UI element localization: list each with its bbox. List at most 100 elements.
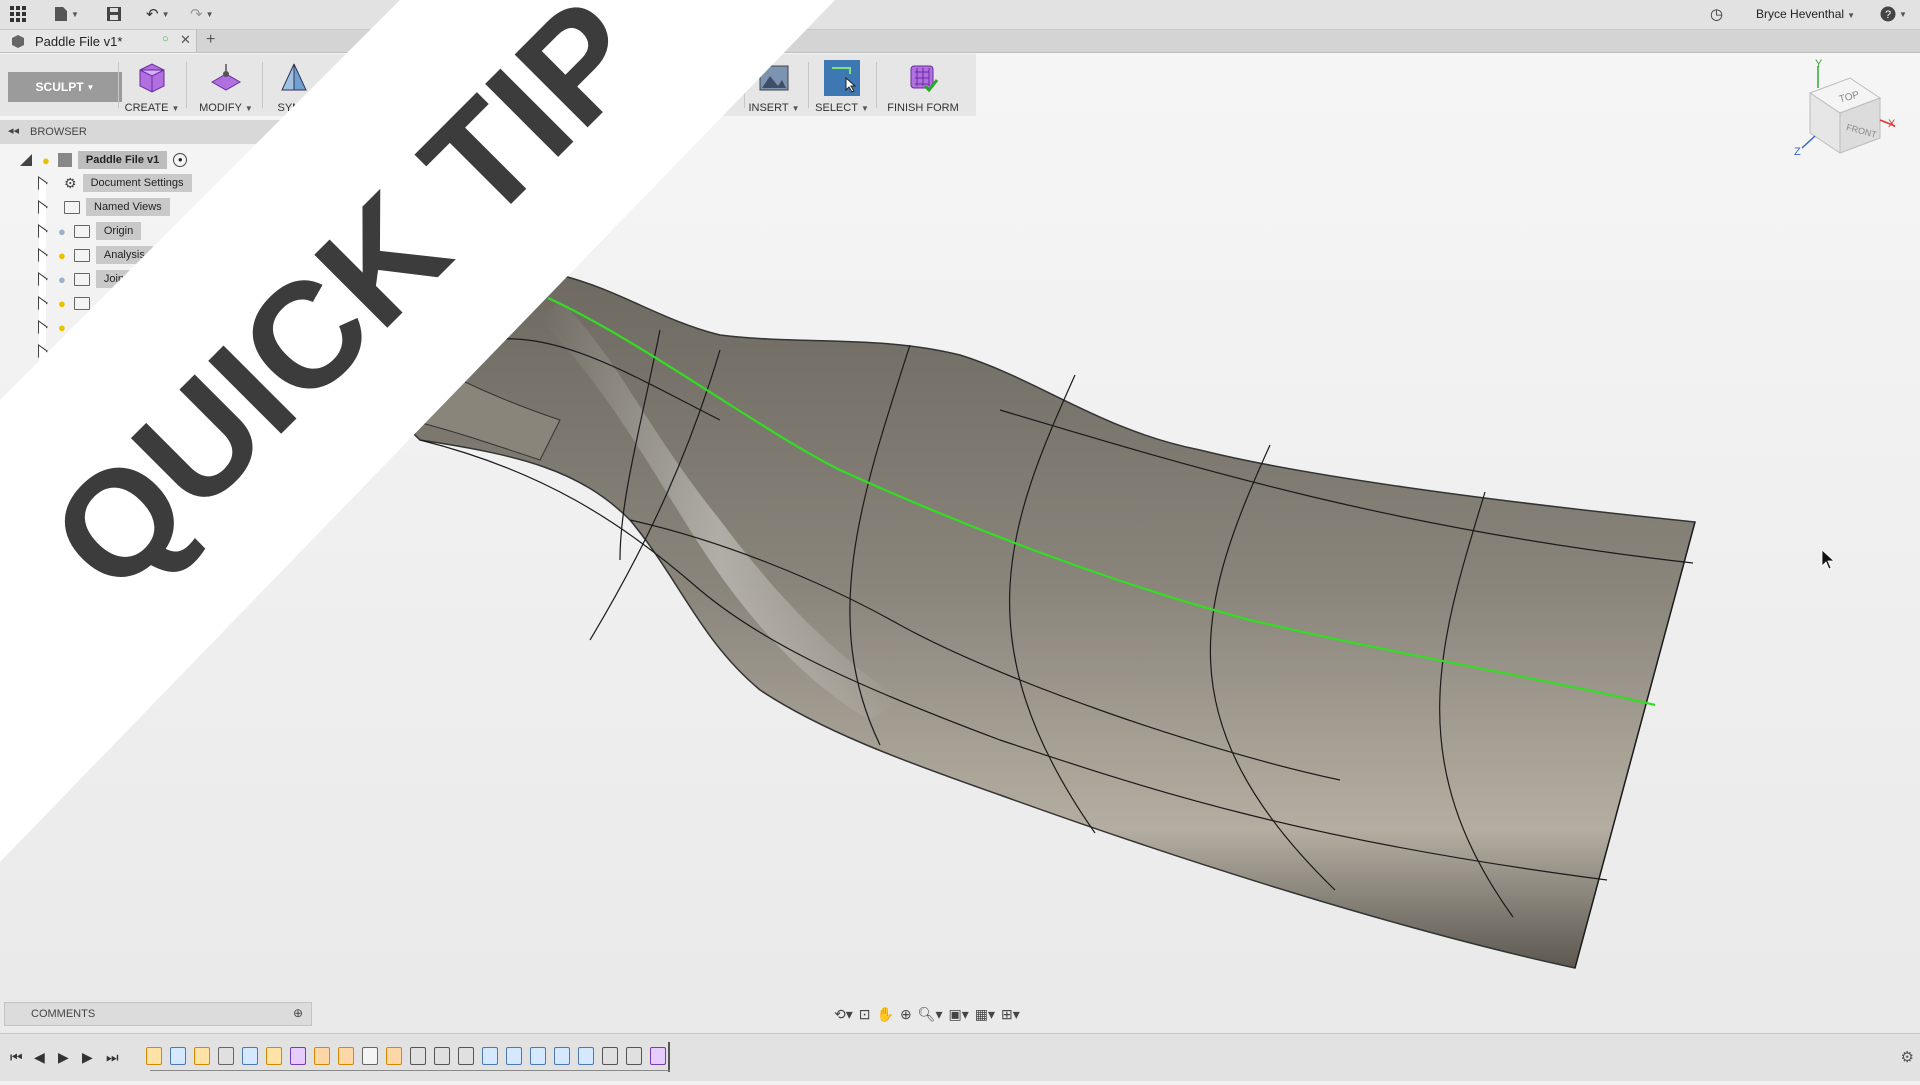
collapse-triangle-icon[interactable] — [20, 154, 32, 166]
timeline-feature-form[interactable] — [242, 1047, 258, 1065]
expand-triangle-icon[interactable] — [38, 272, 48, 301]
grid-settings-icon[interactable]: ▦▾ — [975, 1006, 995, 1023]
visibility-bulb-icon[interactable]: ● — [58, 224, 66, 239]
job-status-icon[interactable]: ◷ — [1710, 4, 1723, 24]
save-icon[interactable] — [106, 4, 122, 24]
timeline-feature-form[interactable] — [506, 1047, 522, 1065]
apps-grid-icon[interactable] — [10, 4, 26, 24]
redo-icon[interactable]: ↷ ▼ — [190, 4, 214, 24]
visibility-bulb-icon[interactable]: ● — [58, 296, 66, 311]
document-tab-bar: Paddle File v1* ○ ✕ + — [0, 30, 1920, 53]
finish-form-icon — [910, 65, 939, 93]
symmetry-menu[interactable]: SYMM — [270, 54, 318, 116]
add-comment-icon[interactable]: ⊕ — [293, 1006, 303, 1020]
tree-item-hidden-3[interactable] — [38, 341, 48, 373]
view-cube[interactable]: TOP FRONT Y X Z — [1780, 58, 1900, 168]
step-back-icon[interactable]: ◀ — [34, 1049, 45, 1066]
timeline-feature-sketch[interactable] — [578, 1047, 594, 1065]
finish-form-button[interactable]: FINISH FORM — [880, 54, 966, 116]
timeline-feature-edit[interactable] — [386, 1047, 402, 1065]
axis-z-label: Z — [1794, 146, 1801, 158]
timeline-feature-sketch[interactable] — [194, 1047, 210, 1065]
timeline-feature-form[interactable] — [218, 1047, 234, 1065]
timeline-feature-form[interactable] — [650, 1047, 666, 1065]
undo-icon[interactable]: ↶ ▼ — [146, 4, 170, 24]
insert-label: INSERT — [748, 102, 789, 114]
expand-triangle-icon[interactable] — [38, 224, 48, 253]
timeline-feature-form[interactable] — [602, 1047, 618, 1065]
activate-radio-icon[interactable]: ● — [173, 153, 188, 167]
timeline-feature-form[interactable] — [482, 1047, 498, 1065]
go-to-end-icon[interactable]: ⏭ — [106, 1049, 119, 1066]
insert-menu[interactable]: INSERT ▼ — [746, 54, 802, 116]
expand-triangle-icon[interactable] — [38, 320, 48, 349]
timeline-marker[interactable] — [668, 1042, 670, 1072]
tree-item-analysis[interactable]: ● Analysis — [38, 245, 153, 277]
tree-item-hidden-1[interactable]: ● — [38, 293, 90, 325]
comments-panel[interactable]: COMMENTS ⊕ — [4, 1002, 312, 1026]
go-to-start-icon[interactable]: ⏮ — [10, 1049, 23, 1066]
file-menu-icon[interactable]: ▼ — [54, 4, 79, 24]
fit-icon[interactable]: 🔍︎▾ — [918, 1006, 943, 1023]
timeline-feature-edit[interactable] — [338, 1047, 354, 1065]
timeline-feature-form[interactable] — [290, 1047, 306, 1065]
timeline-feature-sketch[interactable] — [170, 1047, 186, 1065]
timeline-feature-sketch[interactable] — [554, 1047, 570, 1065]
timeline-feature-joint[interactable] — [410, 1047, 426, 1065]
tree-root[interactable]: ● Paddle File v1 ● — [20, 150, 188, 170]
tree-item-origin[interactable]: ● Origin — [38, 221, 142, 253]
expand-triangle-icon[interactable] — [38, 176, 48, 205]
tree-item-hidden-2[interactable]: ● — [38, 317, 66, 349]
expand-triangle-icon[interactable] — [38, 296, 48, 325]
axis-x-label: X — [1888, 118, 1896, 130]
expand-triangle-icon[interactable] — [38, 344, 48, 373]
play-icon[interactable]: ▶ — [58, 1049, 69, 1066]
box-icon — [139, 63, 165, 93]
timeline-feature-joint[interactable] — [434, 1047, 450, 1065]
timeline-feature-form[interactable] — [626, 1047, 642, 1065]
pan-icon[interactable]: ✋ — [877, 1006, 894, 1023]
select-icon — [824, 60, 860, 96]
new-tab-icon[interactable]: + — [206, 31, 215, 49]
folder-icon — [73, 296, 90, 310]
orbit-icon[interactable]: ⟲▾ — [834, 1006, 853, 1023]
paddle-model[interactable] — [0, 0, 1920, 1080]
visibility-bulb-icon[interactable]: ● — [58, 320, 66, 335]
display-settings-icon[interactable]: ▣▾ — [948, 1006, 968, 1023]
expand-triangle-icon[interactable] — [38, 200, 48, 229]
document-tab[interactable]: Paddle File v1* ○ ✕ — [0, 30, 197, 52]
folder-icon — [73, 224, 90, 238]
select-menu[interactable]: SELECT ▼ — [812, 54, 872, 116]
tree-item-joints[interactable]: ● Join — [38, 269, 133, 301]
timeline-feature-sketch[interactable] — [266, 1047, 282, 1065]
visibility-bulb-icon[interactable]: ● — [58, 272, 66, 287]
tree-item-named-views[interactable]: Named Views — [38, 197, 170, 229]
canvas-viewport[interactable] — [0, 0, 1920, 1080]
workspace-switcher[interactable]: SCULPT ▼ — [8, 72, 122, 102]
timeline-feature-form[interactable] — [530, 1047, 546, 1065]
close-tab-icon[interactable]: ✕ — [180, 32, 191, 48]
viewports-icon[interactable]: ⊞▾ — [1001, 1006, 1020, 1023]
timeline-settings-icon[interactable]: ⚙ — [1901, 1048, 1914, 1066]
document-tab-title: Paddle File v1* — [35, 34, 123, 49]
help-icon[interactable]: ? ▼ — [1880, 4, 1907, 24]
timeline-feature-sketch[interactable] — [146, 1047, 162, 1065]
tree-item-document-settings[interactable]: ⚙ Document Settings — [38, 173, 192, 205]
visibility-bulb-icon[interactable]: ● — [58, 248, 66, 263]
sync-status-icon: ○ — [162, 33, 169, 45]
timeline-feature-form[interactable] — [362, 1047, 378, 1065]
folder-icon — [73, 272, 90, 286]
create-menu[interactable]: CREATE ▼ — [124, 54, 180, 116]
user-account-menu[interactable]: Bryce Heventhal ▼ — [1756, 7, 1855, 21]
toolbar-divider — [808, 62, 809, 108]
browser-header[interactable]: ◂◂ BROWSER — [0, 120, 330, 144]
look-at-icon[interactable]: ⊡ — [859, 1006, 871, 1023]
step-forward-icon[interactable]: ▶ — [82, 1049, 93, 1066]
timeline-feature-joint[interactable] — [458, 1047, 474, 1065]
collapse-panel-icon[interactable]: ◂◂ — [8, 124, 19, 137]
expand-triangle-icon[interactable] — [38, 248, 48, 277]
zoom-icon[interactable]: ⊕ — [900, 1006, 912, 1023]
modify-menu[interactable]: MODIFY ▼ — [196, 54, 256, 116]
timeline-feature-edit[interactable] — [314, 1047, 330, 1065]
visibility-bulb-icon[interactable]: ● — [42, 153, 50, 168]
